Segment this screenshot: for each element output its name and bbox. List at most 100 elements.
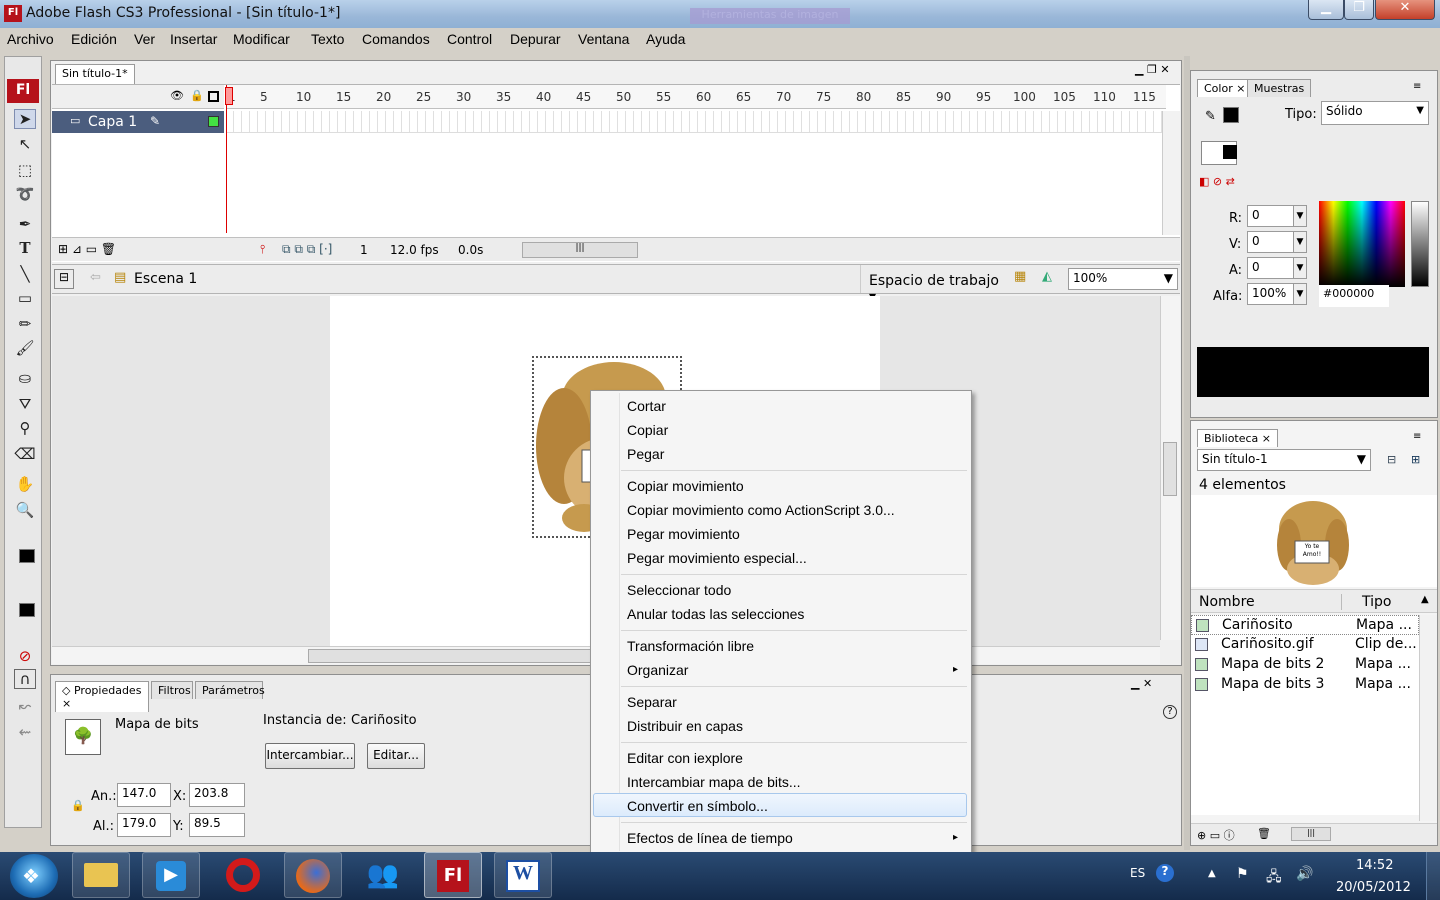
menu-copiar-movimiento-as3[interactable]: Copiar movimiento como ActionScript 3.0.… xyxy=(627,502,895,518)
pen-icon[interactable]: ✒ xyxy=(14,215,36,235)
edit-scene-icon[interactable]: ▦ xyxy=(1014,269,1026,284)
frame-rate[interactable]: 12.0 fps xyxy=(390,243,439,257)
panel-menu-icon[interactable]: ≡ xyxy=(1413,81,1421,92)
menu-separar[interactable]: Separar xyxy=(627,694,677,710)
menu-archivo[interactable]: Archivo xyxy=(7,31,54,47)
rectangle-tool-icon[interactable]: ▭ xyxy=(14,289,36,309)
constrain-lock-icon[interactable]: 🔒 xyxy=(71,799,85,812)
b-dropdown[interactable]: ▼ xyxy=(1293,257,1307,279)
lasso-icon[interactable]: ➰ xyxy=(14,185,36,205)
close-button[interactable]: ✕ xyxy=(1375,0,1435,20)
type-select[interactable]: Sólido ▼ xyxy=(1321,101,1429,125)
panel-controls[interactable]: ▁ ✕ xyxy=(1131,677,1152,690)
zoom-tool-icon[interactable]: 🔍 xyxy=(14,501,36,521)
media-player-taskbar-icon[interactable]: ▶ xyxy=(142,852,200,898)
r-field[interactable]: 0 xyxy=(1247,205,1299,227)
ink-bottle-icon[interactable]: ⛀ xyxy=(14,369,36,389)
straighten-icon[interactable]: ⇜ xyxy=(14,723,36,743)
flash-taskbar-icon[interactable]: Fl xyxy=(424,852,482,898)
library-item[interactable]: Cariñosito Mapa ... xyxy=(1191,615,1419,635)
color-spectrum[interactable] xyxy=(1319,201,1405,287)
brush-icon[interactable]: 🖌 xyxy=(14,339,36,359)
new-symbol-icon[interactable]: ⊕ ▭ ⓘ xyxy=(1197,827,1235,843)
firefox-taskbar-icon[interactable] xyxy=(284,852,342,898)
width-field[interactable]: 147.0 xyxy=(117,783,171,807)
menu-edicion[interactable]: Edición xyxy=(71,31,117,47)
menu-transformacion-libre[interactable]: Transformación libre xyxy=(627,638,754,654)
scene-name[interactable]: Escena 1 xyxy=(134,271,197,287)
menu-distribuir-capas[interactable]: Distribuir en capas xyxy=(627,718,743,734)
menu-control[interactable]: Control xyxy=(447,31,492,47)
tab-filters[interactable]: Filtros xyxy=(151,681,193,699)
center-frame-icon[interactable]: ⫯ xyxy=(260,242,265,257)
paint-bucket-icon[interactable]: ⛛ xyxy=(14,395,36,415)
selection-tool-icon[interactable]: ➤ xyxy=(14,109,36,129)
document-tab[interactable]: Sin título-1* xyxy=(55,64,135,84)
menu-texto[interactable]: Texto xyxy=(311,31,344,47)
g-field[interactable]: 0 xyxy=(1247,231,1299,253)
tab-library[interactable]: Biblioteca × xyxy=(1197,429,1279,447)
x-field[interactable]: 203.8 xyxy=(189,783,245,807)
frames-row[interactable] xyxy=(226,111,1166,133)
stroke-swatch[interactable] xyxy=(1223,107,1239,123)
stage-vscroll[interactable] xyxy=(1160,296,1180,640)
library-hscroll[interactable]: ||| xyxy=(1291,827,1331,841)
snap-magnet-icon[interactable]: ∩ xyxy=(14,669,36,689)
eye-icon[interactable]: 👁 xyxy=(170,89,184,102)
show-hidden-icons[interactable]: ▲ xyxy=(1208,868,1216,879)
r-dropdown[interactable]: ▼ xyxy=(1293,205,1307,227)
clock-time[interactable]: 14:52 xyxy=(1356,858,1393,873)
menu-pegar-movimiento-especial[interactable]: Pegar movimiento especial... xyxy=(627,550,807,566)
frame-ruler[interactable]: 1510152025303540455055606570758085909510… xyxy=(226,85,1166,109)
menu-ayuda[interactable]: Ayuda xyxy=(646,31,685,47)
fill-color-swatch[interactable] xyxy=(19,603,35,617)
workspace-menu[interactable]: Espacio de trabajo ▾ xyxy=(860,265,1006,305)
lock-icon[interactable]: 🔒 xyxy=(190,89,204,102)
volume-icon[interactable]: 🔊 xyxy=(1296,866,1313,882)
tab-color[interactable]: Color × xyxy=(1197,79,1253,97)
menu-seleccionar-todo[interactable]: Seleccionar todo xyxy=(627,582,731,598)
language-indicator[interactable]: ES xyxy=(1130,866,1145,880)
hand-tool-icon[interactable]: ✋ xyxy=(14,475,36,495)
alpha-dropdown[interactable]: ▼ xyxy=(1293,283,1307,305)
tab-properties[interactable]: ◇ Propiedades × xyxy=(55,681,149,712)
tab-swatches[interactable]: Muestras xyxy=(1247,79,1312,97)
insert-layer-icon[interactable]: ⊞ ⊿ ▭ 🗑 xyxy=(58,242,116,256)
menu-pegar[interactable]: Pegar xyxy=(627,446,664,462)
eyedropper-icon[interactable]: ⚲ xyxy=(14,419,36,439)
library-vscroll[interactable] xyxy=(1419,615,1437,821)
timeline-toggle-icon[interactable]: ⊟ xyxy=(54,269,74,289)
playhead[interactable] xyxy=(226,85,234,233)
eraser-icon[interactable]: ⌫ xyxy=(14,445,36,465)
library-item[interactable]: Mapa de bits 2 Mapa ... xyxy=(1191,655,1419,675)
menu-efectos-linea-tiempo[interactable]: Efectos de línea de tiempo xyxy=(627,830,793,846)
menu-ventana[interactable]: Ventana xyxy=(578,31,629,47)
smooth-icon[interactable]: ↜ xyxy=(14,697,36,717)
minimize-button[interactable]: ▁ xyxy=(1308,0,1344,20)
doc-window-controls[interactable]: ▁ ❐ ✕ xyxy=(1135,63,1170,76)
opera-taskbar-icon[interactable] xyxy=(214,852,272,898)
timeline-vscroll[interactable] xyxy=(1162,111,1180,235)
hex-field[interactable]: #000000 xyxy=(1319,285,1389,307)
menu-depurar[interactable]: Depurar xyxy=(510,31,561,47)
pencil-icon[interactable]: ✏ xyxy=(14,315,36,335)
menu-cortar[interactable]: Cortar xyxy=(627,398,666,414)
menu-anular-selecciones[interactable]: Anular todas las selecciones xyxy=(627,606,804,622)
library-item[interactable]: Mapa de bits 3 Mapa ... xyxy=(1191,675,1419,695)
layer-row[interactable]: ▭ Capa 1 ✎ xyxy=(52,111,224,133)
text-tool-icon[interactable]: T xyxy=(14,239,36,259)
alpha-field[interactable]: 100% xyxy=(1247,283,1299,305)
word-taskbar-icon[interactable]: W xyxy=(494,852,552,898)
menu-pegar-movimiento[interactable]: Pegar movimiento xyxy=(627,526,740,542)
col-type[interactable]: Tipo xyxy=(1341,594,1391,610)
swap-button[interactable]: Intercambiar... xyxy=(265,743,355,769)
free-transform-icon[interactable]: ⬚ xyxy=(14,161,36,181)
sort-icon[interactable]: ▲ xyxy=(1421,594,1429,605)
menu-comandos[interactable]: Comandos xyxy=(362,31,430,47)
library-menu-icon[interactable]: ≡ xyxy=(1413,431,1421,442)
clock-date[interactable]: 20/05/2012 xyxy=(1336,880,1411,895)
onion-skin-icons[interactable]: ⧉ ⧉ ⧉ [·] xyxy=(282,242,332,257)
network-icon[interactable]: 🖧 xyxy=(1266,866,1282,890)
outline-icon[interactable] xyxy=(208,91,219,102)
menu-organizar[interactable]: Organizar xyxy=(627,662,688,678)
